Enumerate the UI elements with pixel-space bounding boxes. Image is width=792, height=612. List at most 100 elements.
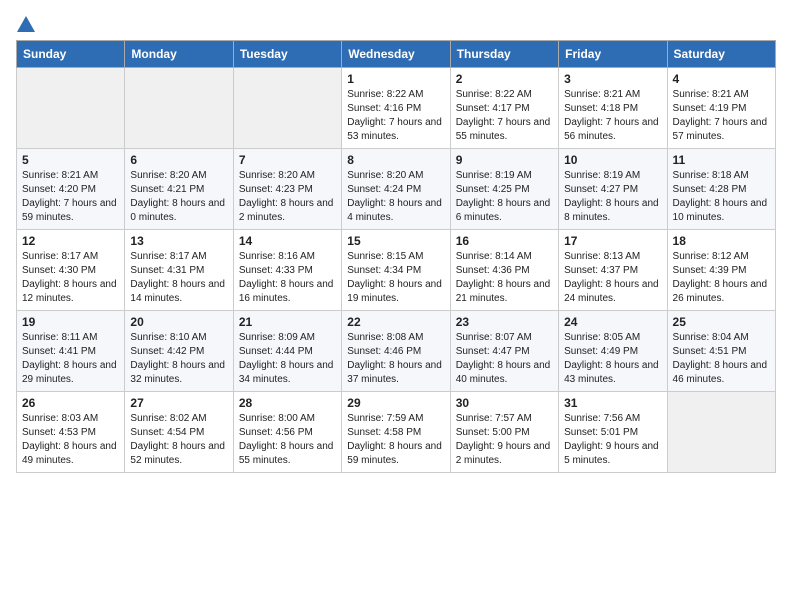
cell-info: Sunrise: 8:14 AMSunset: 4:36 PMDaylight:…	[456, 251, 551, 304]
cell-info: Sunrise: 7:56 AMSunset: 5:01 PMDaylight:…	[564, 413, 659, 466]
calendar-cell: 19 Sunrise: 8:11 AMSunset: 4:41 PMDaylig…	[17, 311, 125, 392]
weekday-header-wednesday: Wednesday	[342, 41, 450, 68]
page-header	[16, 16, 776, 32]
calendar-week-row: 26 Sunrise: 8:03 AMSunset: 4:53 PMDaylig…	[17, 392, 776, 473]
cell-info: Sunrise: 8:09 AMSunset: 4:44 PMDaylight:…	[239, 332, 334, 385]
calendar-cell: 24 Sunrise: 8:05 AMSunset: 4:49 PMDaylig…	[559, 311, 667, 392]
logo-triangle-icon	[17, 16, 35, 32]
day-number: 20	[130, 315, 227, 329]
cell-info: Sunrise: 8:17 AMSunset: 4:30 PMDaylight:…	[22, 251, 117, 304]
calendar-cell: 13 Sunrise: 8:17 AMSunset: 4:31 PMDaylig…	[125, 230, 233, 311]
calendar-header-row: SundayMondayTuesdayWednesdayThursdayFrid…	[17, 41, 776, 68]
day-number: 31	[564, 396, 661, 410]
calendar-cell: 20 Sunrise: 8:10 AMSunset: 4:42 PMDaylig…	[125, 311, 233, 392]
calendar-cell: 12 Sunrise: 8:17 AMSunset: 4:30 PMDaylig…	[17, 230, 125, 311]
day-number: 16	[456, 234, 553, 248]
day-number: 14	[239, 234, 336, 248]
day-number: 17	[564, 234, 661, 248]
day-number: 12	[22, 234, 119, 248]
cell-info: Sunrise: 8:17 AMSunset: 4:31 PMDaylight:…	[130, 251, 225, 304]
calendar-cell: 2 Sunrise: 8:22 AMSunset: 4:17 PMDayligh…	[450, 68, 558, 149]
cell-info: Sunrise: 8:10 AMSunset: 4:42 PMDaylight:…	[130, 332, 225, 385]
day-number: 13	[130, 234, 227, 248]
cell-info: Sunrise: 8:18 AMSunset: 4:28 PMDaylight:…	[673, 170, 768, 223]
calendar-week-row: 5 Sunrise: 8:21 AMSunset: 4:20 PMDayligh…	[17, 149, 776, 230]
calendar-cell: 22 Sunrise: 8:08 AMSunset: 4:46 PMDaylig…	[342, 311, 450, 392]
weekday-header-monday: Monday	[125, 41, 233, 68]
calendar-cell: 27 Sunrise: 8:02 AMSunset: 4:54 PMDaylig…	[125, 392, 233, 473]
cell-info: Sunrise: 8:19 AMSunset: 4:25 PMDaylight:…	[456, 170, 551, 223]
day-number: 3	[564, 72, 661, 86]
day-number: 21	[239, 315, 336, 329]
day-number: 24	[564, 315, 661, 329]
day-number: 30	[456, 396, 553, 410]
day-number: 29	[347, 396, 444, 410]
cell-info: Sunrise: 8:00 AMSunset: 4:56 PMDaylight:…	[239, 413, 334, 466]
cell-info: Sunrise: 8:12 AMSunset: 4:39 PMDaylight:…	[673, 251, 768, 304]
day-number: 28	[239, 396, 336, 410]
day-number: 5	[22, 153, 119, 167]
cell-info: Sunrise: 8:07 AMSunset: 4:47 PMDaylight:…	[456, 332, 551, 385]
calendar-cell: 29 Sunrise: 7:59 AMSunset: 4:58 PMDaylig…	[342, 392, 450, 473]
calendar-cell	[233, 68, 341, 149]
calendar-cell: 7 Sunrise: 8:20 AMSunset: 4:23 PMDayligh…	[233, 149, 341, 230]
day-number: 1	[347, 72, 444, 86]
calendar-cell	[17, 68, 125, 149]
calendar-cell: 1 Sunrise: 8:22 AMSunset: 4:16 PMDayligh…	[342, 68, 450, 149]
day-number: 23	[456, 315, 553, 329]
calendar-cell: 25 Sunrise: 8:04 AMSunset: 4:51 PMDaylig…	[667, 311, 775, 392]
day-number: 27	[130, 396, 227, 410]
cell-info: Sunrise: 8:04 AMSunset: 4:51 PMDaylight:…	[673, 332, 768, 385]
calendar-week-row: 19 Sunrise: 8:11 AMSunset: 4:41 PMDaylig…	[17, 311, 776, 392]
day-number: 22	[347, 315, 444, 329]
day-number: 25	[673, 315, 770, 329]
calendar-cell: 6 Sunrise: 8:20 AMSunset: 4:21 PMDayligh…	[125, 149, 233, 230]
cell-info: Sunrise: 8:21 AMSunset: 4:18 PMDaylight:…	[564, 89, 659, 142]
cell-info: Sunrise: 8:11 AMSunset: 4:41 PMDaylight:…	[22, 332, 117, 385]
calendar-table: SundayMondayTuesdayWednesdayThursdayFrid…	[16, 40, 776, 473]
cell-info: Sunrise: 8:02 AMSunset: 4:54 PMDaylight:…	[130, 413, 225, 466]
cell-info: Sunrise: 8:21 AMSunset: 4:20 PMDaylight:…	[22, 170, 117, 223]
calendar-cell: 8 Sunrise: 8:20 AMSunset: 4:24 PMDayligh…	[342, 149, 450, 230]
day-number: 4	[673, 72, 770, 86]
calendar-week-row: 1 Sunrise: 8:22 AMSunset: 4:16 PMDayligh…	[17, 68, 776, 149]
weekday-header-saturday: Saturday	[667, 41, 775, 68]
cell-info: Sunrise: 8:16 AMSunset: 4:33 PMDaylight:…	[239, 251, 334, 304]
cell-info: Sunrise: 8:15 AMSunset: 4:34 PMDaylight:…	[347, 251, 442, 304]
day-number: 8	[347, 153, 444, 167]
day-number: 18	[673, 234, 770, 248]
calendar-cell: 4 Sunrise: 8:21 AMSunset: 4:19 PMDayligh…	[667, 68, 775, 149]
day-number: 19	[22, 315, 119, 329]
day-number: 7	[239, 153, 336, 167]
cell-info: Sunrise: 8:20 AMSunset: 4:21 PMDaylight:…	[130, 170, 225, 223]
cell-info: Sunrise: 8:03 AMSunset: 4:53 PMDaylight:…	[22, 413, 117, 466]
weekday-header-thursday: Thursday	[450, 41, 558, 68]
calendar-cell: 15 Sunrise: 8:15 AMSunset: 4:34 PMDaylig…	[342, 230, 450, 311]
calendar-cell	[667, 392, 775, 473]
calendar-cell: 31 Sunrise: 7:56 AMSunset: 5:01 PMDaylig…	[559, 392, 667, 473]
cell-info: Sunrise: 8:08 AMSunset: 4:46 PMDaylight:…	[347, 332, 442, 385]
calendar-cell: 11 Sunrise: 8:18 AMSunset: 4:28 PMDaylig…	[667, 149, 775, 230]
calendar-cell: 28 Sunrise: 8:00 AMSunset: 4:56 PMDaylig…	[233, 392, 341, 473]
calendar-cell: 9 Sunrise: 8:19 AMSunset: 4:25 PMDayligh…	[450, 149, 558, 230]
calendar-cell: 14 Sunrise: 8:16 AMSunset: 4:33 PMDaylig…	[233, 230, 341, 311]
calendar-cell: 17 Sunrise: 8:13 AMSunset: 4:37 PMDaylig…	[559, 230, 667, 311]
cell-info: Sunrise: 8:22 AMSunset: 4:17 PMDaylight:…	[456, 89, 551, 142]
weekday-header-friday: Friday	[559, 41, 667, 68]
calendar-week-row: 12 Sunrise: 8:17 AMSunset: 4:30 PMDaylig…	[17, 230, 776, 311]
calendar-cell: 26 Sunrise: 8:03 AMSunset: 4:53 PMDaylig…	[17, 392, 125, 473]
calendar-cell: 21 Sunrise: 8:09 AMSunset: 4:44 PMDaylig…	[233, 311, 341, 392]
cell-info: Sunrise: 8:22 AMSunset: 4:16 PMDaylight:…	[347, 89, 442, 142]
calendar-cell: 30 Sunrise: 7:57 AMSunset: 5:00 PMDaylig…	[450, 392, 558, 473]
cell-info: Sunrise: 8:20 AMSunset: 4:24 PMDaylight:…	[347, 170, 442, 223]
day-number: 10	[564, 153, 661, 167]
day-number: 6	[130, 153, 227, 167]
weekday-header-tuesday: Tuesday	[233, 41, 341, 68]
calendar-cell	[125, 68, 233, 149]
day-number: 26	[22, 396, 119, 410]
calendar-cell: 10 Sunrise: 8:19 AMSunset: 4:27 PMDaylig…	[559, 149, 667, 230]
calendar-cell: 18 Sunrise: 8:12 AMSunset: 4:39 PMDaylig…	[667, 230, 775, 311]
day-number: 2	[456, 72, 553, 86]
day-number: 15	[347, 234, 444, 248]
cell-info: Sunrise: 7:59 AMSunset: 4:58 PMDaylight:…	[347, 413, 442, 466]
